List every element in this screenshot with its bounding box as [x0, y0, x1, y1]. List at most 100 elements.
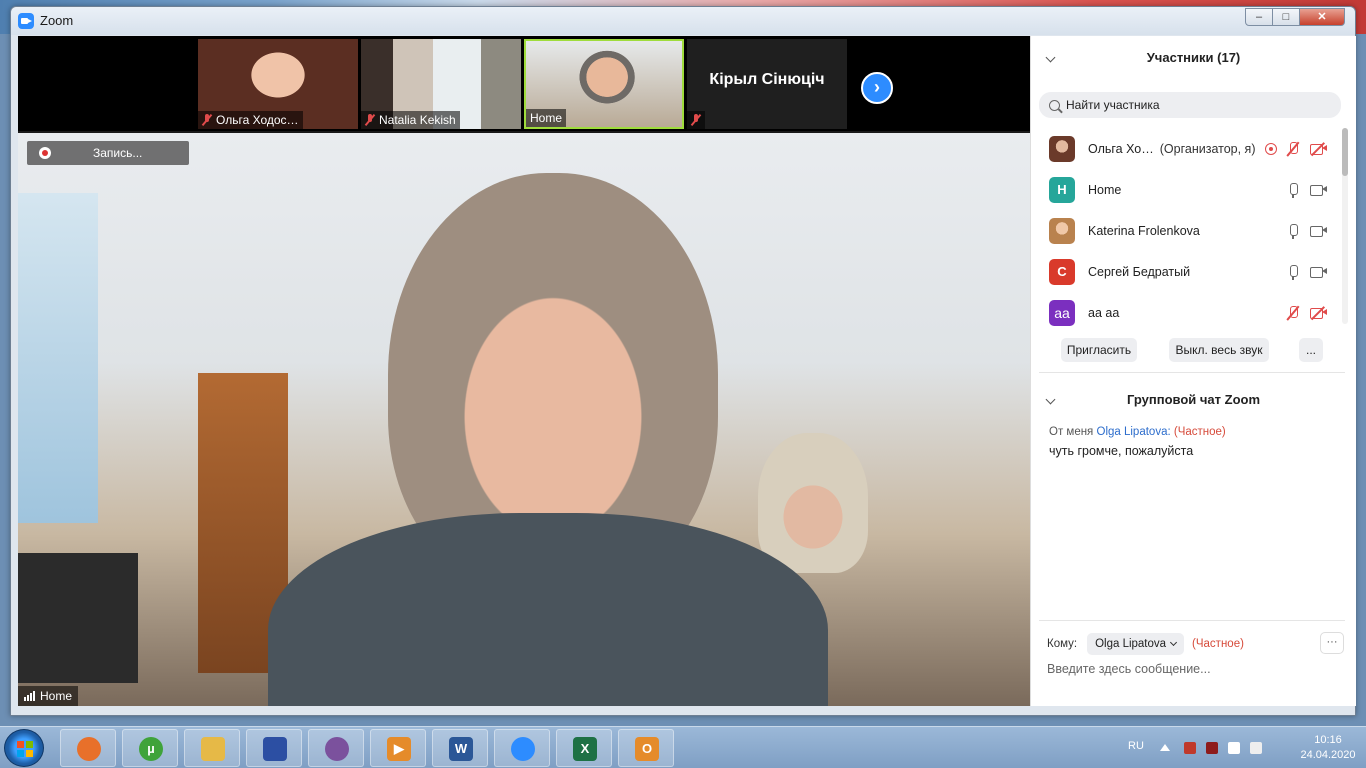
participant-name: Сергей Бедратый [1088, 264, 1191, 279]
chevron-down-icon [1170, 638, 1178, 647]
participant-status [1285, 305, 1327, 321]
participant-status [1265, 141, 1327, 157]
mic-muted-icon [365, 114, 375, 126]
security-icon[interactable] [1206, 742, 1218, 754]
recipient-value: Olga Lipatova [1095, 638, 1167, 650]
recording-indicator[interactable]: Запись... [27, 141, 189, 165]
close-button[interactable]: ✕ [1299, 8, 1345, 26]
record-icon [39, 147, 51, 159]
scrollbar-thumb[interactable] [1342, 128, 1348, 176]
system-tray: RU 10:16 24.04.2020 [1120, 727, 1366, 768]
taskbar-media-player[interactable]: ▶ [370, 729, 426, 767]
background-person [758, 433, 868, 573]
save-icon [263, 737, 287, 761]
signal-strength-icon [24, 691, 35, 701]
language-indicator[interactable]: RU [1128, 740, 1144, 752]
participant-row[interactable]: aa аа аа [1031, 292, 1341, 333]
thumbnail-label: Ольга Ходос… [198, 111, 303, 129]
private-tag: (Частное) [1173, 426, 1226, 438]
background-poster [18, 193, 98, 523]
start-button[interactable] [4, 729, 44, 767]
clock-date: 24.04.2020 [1300, 749, 1356, 761]
participant-name: Home [1088, 182, 1122, 197]
thumbnail-label [687, 111, 705, 129]
background-monitor [18, 553, 138, 683]
video-thumbnail[interactable]: Кірыл Сінюціч [687, 39, 847, 129]
zoom-app-icon [18, 13, 34, 29]
video-thumbnail[interactable]: Natalia Kekish [361, 39, 521, 129]
flag-icon[interactable] [1184, 742, 1196, 754]
next-page-button[interactable]: › [861, 72, 893, 104]
participant-row[interactable]: Ольга Хо… (Организатор, я) [1031, 128, 1341, 169]
video-thumbnail[interactable]: Ольга Ходос… [198, 39, 358, 129]
mic-icon[interactable] [1285, 182, 1301, 198]
private-tag: (Частное) [1192, 638, 1244, 650]
taskbar-save[interactable] [246, 729, 302, 767]
chat-message-input[interactable] [1047, 662, 1337, 676]
word-icon: W [449, 737, 473, 761]
mic-muted-icon[interactable] [1285, 141, 1301, 157]
media-player-icon: ▶ [387, 737, 411, 761]
maximize-button[interactable]: □ [1272, 8, 1300, 26]
taskbar-firefox[interactable] [60, 729, 116, 767]
taskbar-word[interactable]: W [432, 729, 488, 767]
speaker-body [268, 513, 828, 706]
excel-icon: X [573, 737, 597, 761]
search-input[interactable] [1066, 98, 1316, 112]
message-recipient[interactable]: Olga Lipatova: [1097, 426, 1171, 438]
network-icon[interactable] [1228, 742, 1240, 754]
taskbar-utorrent[interactable]: µ [122, 729, 178, 767]
mute-all-button[interactable]: Выкл. весь звук [1169, 338, 1269, 362]
participant-row[interactable]: Katerina Frolenkova [1031, 210, 1341, 251]
chat-title: Групповой чат Zoom [1126, 392, 1261, 407]
mic-icon[interactable] [1285, 223, 1301, 239]
camera-icon[interactable] [1309, 223, 1327, 239]
recipient-select[interactable]: Olga Lipatova [1087, 633, 1185, 655]
participants-header: Участники (17) [1031, 40, 1356, 76]
thumbnail-name: Home [530, 111, 563, 125]
video-thumbnail-active[interactable]: Home [524, 39, 684, 129]
mic-muted-icon[interactable] [1285, 305, 1301, 321]
chat-message-meta: От меня Olga Lipatova: (Частное) [1049, 426, 1226, 438]
avatar: aa [1049, 299, 1075, 326]
more-button[interactable]: ... [1299, 338, 1323, 362]
camera-off-icon[interactable] [1309, 141, 1327, 157]
show-hidden-icons[interactable] [1160, 744, 1170, 751]
explorer-icon [201, 737, 225, 761]
volume-icon[interactable] [1250, 742, 1262, 754]
avatar [1049, 217, 1075, 244]
camera-off-icon[interactable] [1309, 305, 1327, 321]
participant-name: Ольга Хо… (Организатор, я) [1088, 142, 1255, 156]
divider [1039, 620, 1345, 621]
participant-name-tile: Кірыл Сінюціч [709, 71, 825, 88]
thumbnail-name: Ольга Ходос… [216, 113, 299, 127]
camera-icon[interactable] [1309, 264, 1327, 280]
clock[interactable]: 10:16 24.04.2020 [1296, 733, 1360, 763]
zoom-icon [511, 737, 535, 761]
taskbar-explorer[interactable] [184, 729, 240, 767]
chevron-down-icon[interactable] [1045, 52, 1056, 63]
message-from: От меня [1049, 426, 1094, 438]
window-title: Zoom [40, 13, 74, 28]
participant-search[interactable] [1039, 92, 1341, 118]
participant-row[interactable]: С Сергей Бедратый [1031, 251, 1341, 292]
taskbar-viber[interactable] [308, 729, 364, 767]
taskbar-excel[interactable]: X [556, 729, 612, 767]
name-text: Ольга Хо… [1088, 141, 1154, 156]
viber-icon [325, 737, 349, 761]
chat-more-button[interactable]: ··· [1320, 632, 1344, 654]
participant-scrollbar[interactable] [1342, 128, 1348, 324]
mic-icon[interactable] [1285, 264, 1301, 280]
invite-button[interactable]: Пригласить [1061, 338, 1137, 362]
taskbar-zoom[interactable] [494, 729, 550, 767]
mic-muted-icon [202, 114, 212, 126]
active-speaker-video: Запись... Home [18, 133, 1030, 706]
chevron-down-icon[interactable] [1045, 394, 1056, 405]
participant-row[interactable]: H Home [1031, 169, 1341, 210]
minimize-button[interactable]: – [1245, 8, 1273, 26]
thumbnail-label: Home [526, 109, 567, 127]
taskbar-outlook[interactable]: O [618, 729, 674, 767]
chat-message-text: чуть громче, пожалуйста [1049, 444, 1194, 458]
camera-icon[interactable] [1309, 182, 1327, 198]
avatar: С [1049, 258, 1075, 285]
